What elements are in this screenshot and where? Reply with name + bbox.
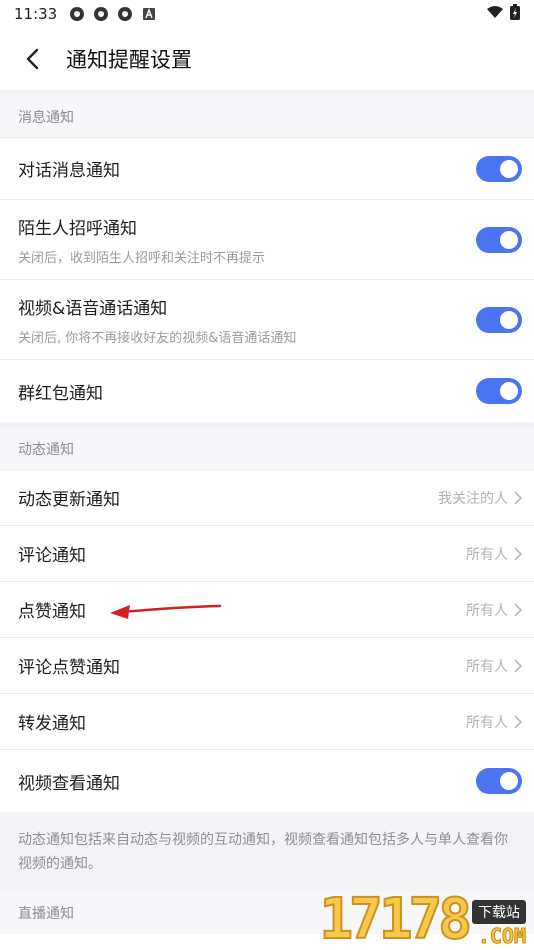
setting-value-text: 所有人 [466, 658, 508, 675]
setting-label: 评论通知 [18, 546, 86, 566]
watermark-number: 17178 [318, 887, 473, 950]
annotation-arrow-icon [110, 604, 222, 619]
setting-value-text: 我关注的人 [438, 490, 508, 507]
setting-label: 动态更新通知 [18, 490, 120, 510]
setting-label: 视频查看通知 [18, 773, 120, 794]
app-notification-icon [117, 6, 133, 22]
setting-row-repost[interactable]: 转发通知 所有人 [0, 694, 534, 750]
status-time: 11:33 [14, 5, 58, 23]
chevron-right-icon [514, 658, 522, 673]
setting-label: 对话消息通知 [18, 161, 120, 181]
setting-value[interactable]: 所有人 [466, 712, 522, 732]
toggle-knob [500, 159, 518, 178]
setting-label: 转发通知 [18, 714, 86, 734]
chevron-right-icon [514, 714, 522, 729]
chevron-right-icon [514, 490, 522, 505]
section-header-dynamic: 动态通知 [0, 428, 534, 470]
setting-value-text: 所有人 [466, 546, 508, 563]
setting-row-like[interactable]: 点赞通知 所有人 [0, 582, 534, 638]
battery-icon [510, 4, 520, 24]
chevron-left-icon [26, 48, 39, 70]
app-notification-icon [93, 6, 109, 22]
watermark-domain: .COM [477, 924, 526, 949]
setting-label: 群红包通知 [18, 383, 103, 404]
video-voice-call-toggle[interactable] [476, 306, 522, 333]
setting-value[interactable]: 所有人 [466, 600, 522, 620]
setting-row-group-red-packet: 群红包通知 [0, 360, 534, 422]
app-notification-icon [69, 6, 85, 22]
chat-messages-toggle[interactable] [476, 155, 522, 182]
app-header: 通知提醒设置 [0, 28, 534, 90]
setting-description: 关闭后，收到陌生人招呼和关注时不再提示 [18, 250, 266, 266]
dynamic-notification-note: 动态通知包括来自动态与视频的互动通知，视频查看通知包括多人与单人查看你视频的通知… [0, 812, 534, 892]
back-button[interactable] [16, 43, 48, 75]
setting-value-text: 所有人 [466, 714, 508, 731]
status-bar: 11:33 [0, 0, 534, 28]
setting-value[interactable]: 所有人 [466, 544, 522, 564]
text-notification-icon [141, 6, 157, 22]
page-title: 通知提醒设置 [66, 48, 192, 72]
setting-value[interactable]: 我关注的人 [438, 488, 522, 508]
setting-value-text: 所有人 [466, 602, 508, 619]
stranger-greeting-toggle[interactable] [476, 226, 522, 253]
chevron-right-icon [514, 602, 522, 617]
setting-label: 点赞通知 [18, 602, 86, 622]
setting-value[interactable]: 所有人 [466, 656, 522, 676]
setting-row-dynamic-update[interactable]: 动态更新通知 我关注的人 [0, 470, 534, 526]
wifi-icon [486, 5, 504, 23]
setting-label: 评论点赞通知 [18, 658, 120, 678]
setting-row-video-view: 视频查看通知 [0, 750, 534, 812]
toggle-knob [500, 230, 518, 249]
video-view-toggle[interactable] [476, 768, 522, 794]
toggle-knob [500, 772, 518, 790]
setting-row-chat-messages: 对话消息通知 [0, 138, 534, 200]
setting-label: 视频&语音通话通知 [18, 298, 168, 319]
setting-row-comment-like[interactable]: 评论点赞通知 所有人 [0, 638, 534, 694]
site-watermark: 17178 下载站 .COM [318, 887, 526, 950]
setting-row-video-voice-call: 视频&语音通话通知 关闭后, 你将不再接收好友的视频&语音通话通知 [0, 280, 534, 360]
toggle-knob [500, 382, 518, 400]
section-header-message: 消息通知 [0, 96, 534, 138]
toggle-knob [500, 310, 518, 329]
setting-label: 陌生人招呼通知 [18, 218, 137, 239]
watermark-tag: 下载站 [472, 900, 526, 924]
group-red-packet-toggle[interactable] [476, 378, 522, 404]
setting-row-comment[interactable]: 评论通知 所有人 [0, 526, 534, 582]
setting-description: 关闭后, 你将不再接收好友的视频&语音通话通知 [18, 330, 297, 346]
chevron-right-icon [514, 546, 522, 561]
setting-row-stranger-greeting: 陌生人招呼通知 关闭后，收到陌生人招呼和关注时不再提示 [0, 200, 534, 280]
